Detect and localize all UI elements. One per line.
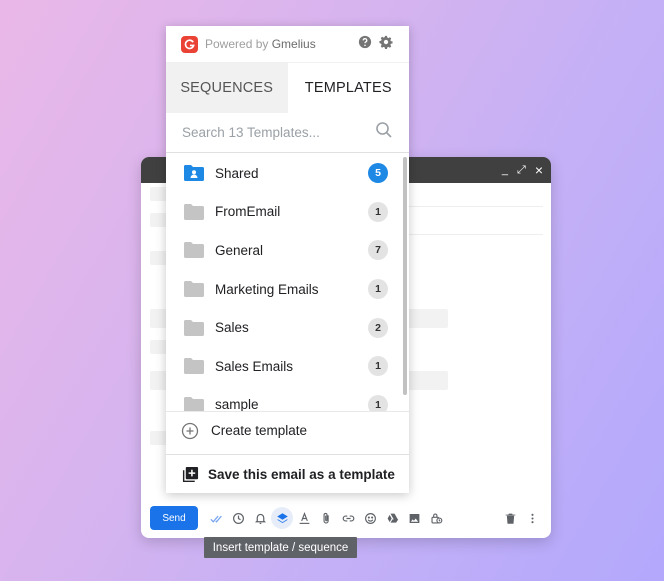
send-button[interactable]: Send <box>150 506 198 530</box>
folder-icon <box>184 281 204 298</box>
compose-toolbar: Send <box>150 506 543 530</box>
folder-count-badge: 7 <box>368 240 388 261</box>
insert-template-tooltip: Insert template / sequence <box>204 537 357 558</box>
folder-icon <box>184 203 204 220</box>
powered-by-prefix: Powered by <box>205 37 269 51</box>
folder-count-badge: 1 <box>368 356 388 377</box>
drive-icon[interactable] <box>381 507 403 529</box>
create-template-label: Create template <box>211 423 308 438</box>
bell-icon[interactable] <box>249 507 271 529</box>
check-marks-icon[interactable] <box>205 507 227 529</box>
library-add-icon <box>182 466 199 482</box>
help-icon[interactable] <box>358 35 372 54</box>
tab-sequences[interactable]: SEQUENCES <box>166 63 288 113</box>
expand-icon[interactable]: ⤢ <box>517 164 526 176</box>
save-as-template-button[interactable]: Save this email as a template <box>166 454 409 493</box>
settings-gear-icon[interactable] <box>379 35 393 54</box>
folder-count-badge: 1 <box>368 279 388 300</box>
minimize-icon[interactable]: _ <box>502 164 508 176</box>
more-vert-icon[interactable] <box>521 507 543 529</box>
folder-item-marketing-emails[interactable]: Marketing Emails 1 <box>166 270 409 309</box>
folder-count-badge: 2 <box>368 317 388 338</box>
popup-tabs: SEQUENCES TEMPLATES <box>166 63 409 113</box>
template-search-input[interactable] <box>182 125 375 140</box>
tab-templates[interactable]: TEMPLATES <box>287 63 409 113</box>
image-icon[interactable] <box>403 507 425 529</box>
text-format-icon[interactable] <box>293 507 315 529</box>
folder-name: FromEmail <box>215 204 281 220</box>
folder-count-badge: 1 <box>368 201 388 222</box>
clock-icon[interactable] <box>227 507 249 529</box>
folder-item-shared[interactable]: Shared 5 <box>166 154 409 193</box>
trash-icon[interactable] <box>499 507 521 529</box>
folder-icon <box>184 358 204 375</box>
search-icon[interactable] <box>375 121 393 144</box>
folder-name: General <box>215 242 264 258</box>
folder-item-sales[interactable]: Sales 2 <box>166 308 409 347</box>
powered-by-text: Powered by Gmelius <box>205 37 316 51</box>
folder-list-scrollbar[interactable] <box>403 157 407 395</box>
folder-item-fromemail[interactable]: FromEmail 1 <box>166 193 409 232</box>
popup-header: Powered by Gmelius <box>166 26 409 63</box>
folder-icon <box>184 242 204 259</box>
folder-count-badge: 1 <box>368 394 388 411</box>
shared-folder-icon <box>184 165 204 182</box>
folder-count-badge: 5 <box>368 163 388 184</box>
folder-name: Shared <box>215 165 259 181</box>
gmelius-templates-popup: Powered by Gmelius SEQUENCES TEMPLATES S… <box>166 26 409 493</box>
save-as-template-label: Save this email as a template <box>208 466 395 482</box>
gmelius-logo-icon <box>181 35 198 53</box>
create-template-button[interactable]: Create template <box>166 411 409 449</box>
add-circle-icon <box>181 422 199 439</box>
attachment-icon[interactable] <box>315 507 337 529</box>
emoji-icon[interactable] <box>359 507 381 529</box>
folder-item-sales-emails[interactable]: Sales Emails 1 <box>166 347 409 386</box>
folder-item-general[interactable]: General 7 <box>166 231 409 270</box>
link-icon[interactable] <box>337 507 359 529</box>
folder-list: Shared 5 FromEmail 1 General 7 Marketing… <box>166 154 409 411</box>
folder-name: sample <box>215 397 259 411</box>
folder-name: Marketing Emails <box>215 281 319 297</box>
header-icons <box>358 35 393 54</box>
folder-icon <box>184 319 204 336</box>
folder-name: Sales Emails <box>215 358 294 374</box>
folder-icon <box>184 396 204 411</box>
powered-by-brand: Gmelius <box>271 37 316 51</box>
layers-icon[interactable] <box>271 507 293 529</box>
template-search <box>166 113 409 153</box>
close-icon[interactable]: × <box>535 163 543 177</box>
folder-item-sample[interactable]: sample 1 <box>166 386 409 411</box>
folder-name: Sales <box>215 320 249 336</box>
lock-clock-icon[interactable] <box>425 507 447 529</box>
